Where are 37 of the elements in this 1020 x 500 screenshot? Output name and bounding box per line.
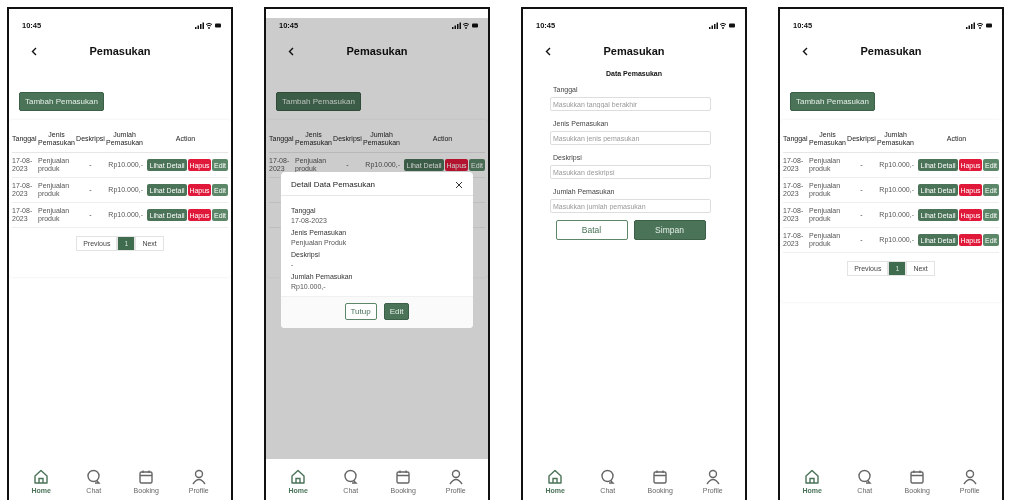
chat-bubble-icon xyxy=(599,469,616,485)
status-icons xyxy=(966,21,992,29)
calendar-icon xyxy=(909,469,926,485)
person-icon xyxy=(190,469,207,485)
back-icon[interactable] xyxy=(288,47,294,56)
add-income-button[interactable]: Tambah Pemasukan xyxy=(19,92,104,111)
chat-bubble-icon xyxy=(856,469,873,485)
back-icon[interactable] xyxy=(31,47,37,56)
home-icon xyxy=(804,469,821,485)
save-button[interactable]: Simpan xyxy=(633,220,706,240)
back-icon[interactable] xyxy=(545,47,551,56)
dialog-title: Detail Data Pemasukan xyxy=(291,180,376,189)
home-icon xyxy=(290,469,307,485)
edit-button[interactable]: Edit xyxy=(383,303,410,320)
person-icon xyxy=(961,469,978,485)
person-icon xyxy=(447,469,464,485)
chat-bubble-icon xyxy=(85,469,102,485)
page-title: Pemasukan xyxy=(346,45,408,57)
page-title: Pemasukan xyxy=(860,45,922,57)
home-icon xyxy=(33,469,50,485)
cancel-button[interactable]: Batal xyxy=(555,220,628,240)
calendar-icon xyxy=(652,469,669,485)
add-income-button[interactable]: Tambah Pemasukan xyxy=(790,92,875,111)
add-income-button[interactable]: Tambah Pemasukan xyxy=(276,92,361,111)
page-title: Pemasukan xyxy=(89,45,151,57)
page-title: Pemasukan xyxy=(603,45,665,57)
chat-bubble-icon xyxy=(342,469,359,485)
home-icon xyxy=(547,469,564,485)
calendar-icon xyxy=(395,469,412,485)
calendar-icon xyxy=(138,469,155,485)
status-icons xyxy=(452,21,478,29)
close-icon[interactable] xyxy=(455,180,463,189)
back-icon[interactable] xyxy=(802,47,808,56)
status-icons xyxy=(709,21,735,29)
status-icons xyxy=(195,21,221,29)
person-icon xyxy=(704,469,721,485)
close-button[interactable]: Tutup xyxy=(344,303,377,320)
